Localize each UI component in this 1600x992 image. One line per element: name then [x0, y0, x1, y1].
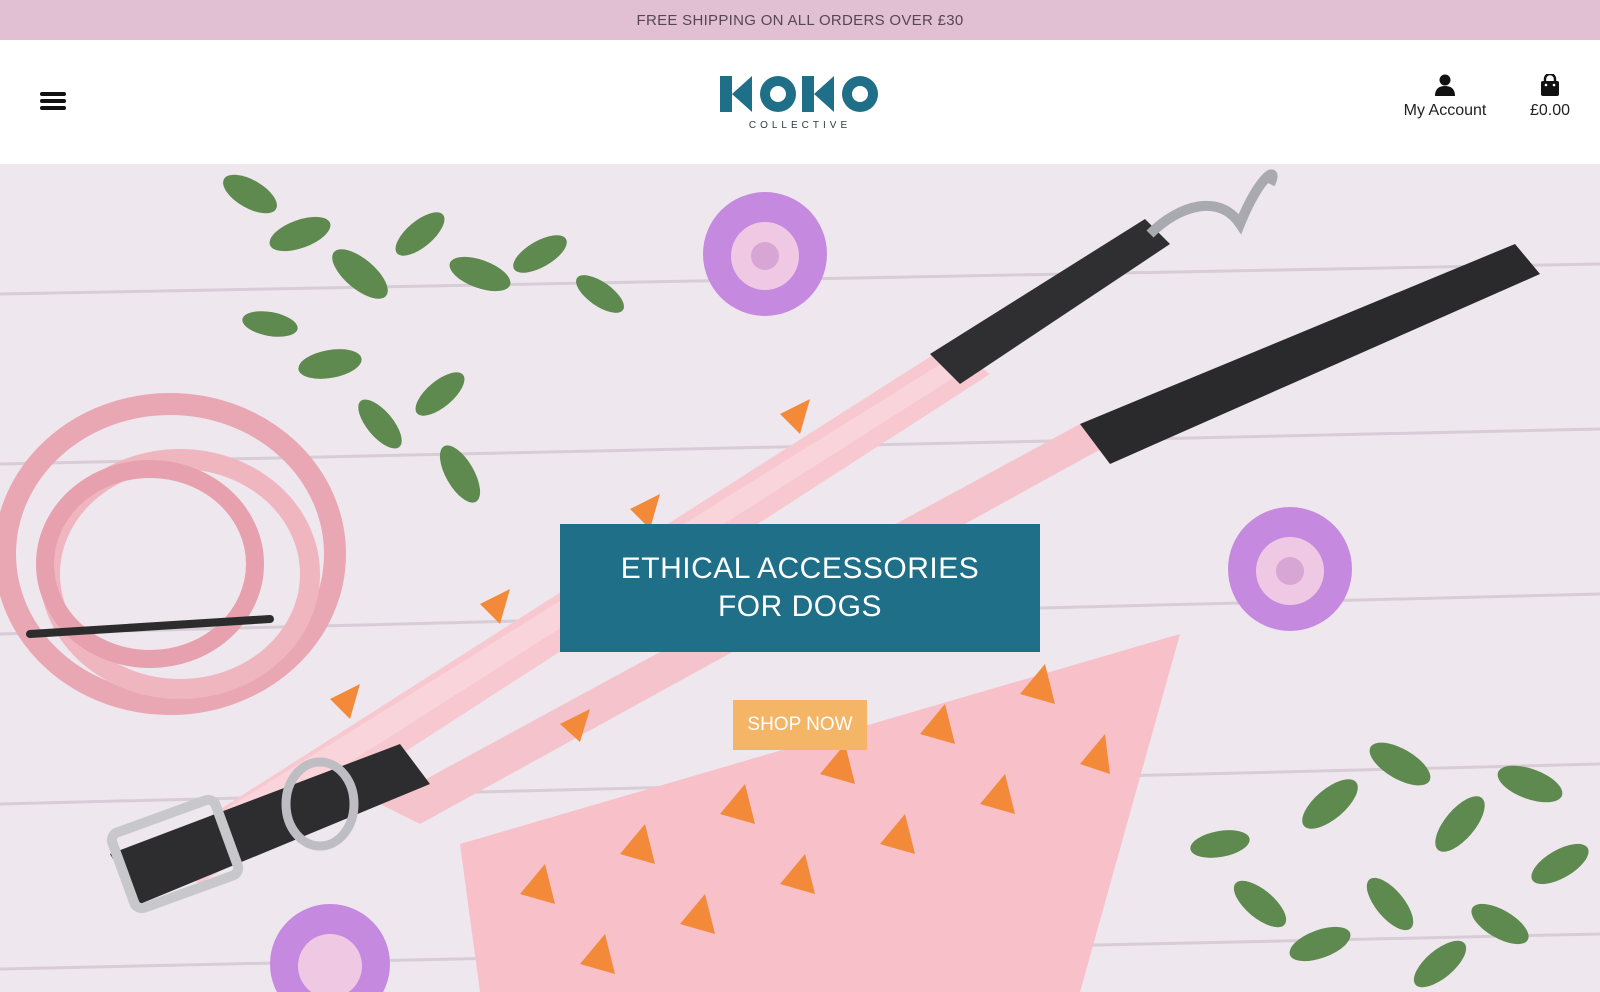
- shop-now-button[interactable]: SHOP NOW: [733, 700, 867, 750]
- hamburger-menu-icon[interactable]: [38, 88, 68, 114]
- cart-total: £0.00: [1529, 102, 1571, 119]
- announcement-bar: FREE SHIPPING ON ALL ORDERS OVER £30: [0, 0, 1600, 40]
- hero-title-box: ETHICAL ACCESSORIES FOR DOGS: [560, 524, 1040, 652]
- site-header: COLLECTIVE My Account £0.00: [0, 40, 1600, 164]
- hero-banner: ETHICAL ACCESSORIES FOR DOGS SHOP NOW: [0, 164, 1600, 992]
- logo-subtext: COLLECTIVE: [748, 120, 852, 131]
- announcement-text: FREE SHIPPING ON ALL ORDERS OVER £30: [636, 11, 964, 29]
- my-account-label: My Account: [1403, 102, 1487, 119]
- flower-top: [703, 192, 827, 316]
- shopping-bag-icon: [1541, 74, 1559, 96]
- my-account-link[interactable]: My Account: [1390, 74, 1500, 120]
- user-icon: [1435, 74, 1455, 96]
- cart-link[interactable]: £0.00: [1510, 74, 1590, 120]
- hero-title: ETHICAL ACCESSORIES FOR DOGS: [620, 552, 980, 623]
- koko-collective-logo[interactable]: COLLECTIVE: [718, 72, 882, 136]
- flower-right: [1228, 507, 1352, 631]
- logo-mark: [720, 76, 878, 112]
